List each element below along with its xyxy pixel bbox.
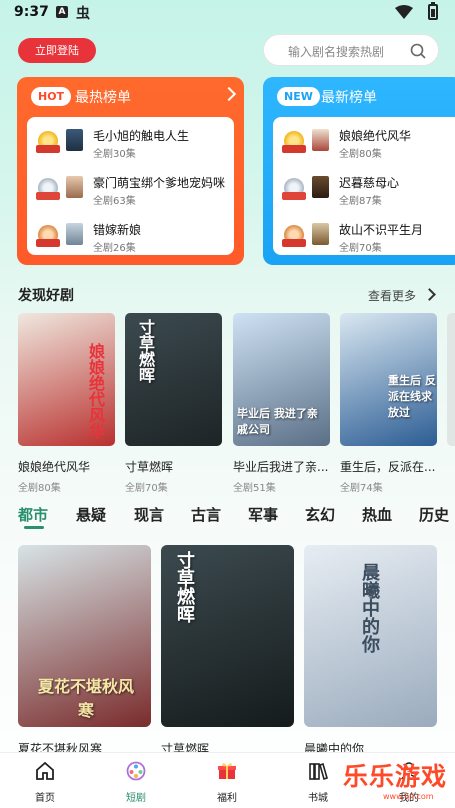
next-poster-peek bbox=[447, 313, 455, 446]
drama-episodes: 全剧51集 bbox=[233, 483, 276, 494]
login-button[interactable]: 立即登陆 bbox=[18, 38, 96, 63]
tab-dushi[interactable]: 都市 bbox=[18, 504, 48, 525]
new-ranking-title: 最新榜单 bbox=[321, 90, 377, 106]
books-icon bbox=[309, 762, 328, 781]
wifi-icon bbox=[395, 5, 413, 19]
tab-xianyan[interactable]: 现言 bbox=[134, 504, 164, 525]
discover-section-title: 发现好剧 bbox=[18, 288, 74, 304]
poster-caption: 娘娘绝代风华 bbox=[86, 343, 105, 439]
drama-poster[interactable]: 寸草燃晖 bbox=[125, 313, 222, 446]
featured-poster[interactable]: 晨曦中的你 bbox=[304, 545, 437, 727]
chevron-right-icon[interactable] bbox=[423, 288, 436, 301]
poster-caption: 寸草燃晖 bbox=[136, 319, 155, 383]
hot-badge: HOT bbox=[31, 87, 72, 106]
ranking-item-name: 毛小旭的触电人生 bbox=[93, 129, 190, 143]
bronze-medal-icon bbox=[36, 225, 60, 247]
ranking-item[interactable]: 故山不识平生月 全剧70集 bbox=[281, 221, 455, 257]
drama-title[interactable]: 寸草燃晖 bbox=[125, 458, 222, 475]
nav-welfare[interactable]: 福利 bbox=[192, 753, 262, 808]
notification-a-icon: A bbox=[56, 6, 68, 18]
silver-medal-icon bbox=[36, 178, 60, 200]
ranking-item-name: 娘娘绝代风华 bbox=[339, 129, 412, 143]
nav-shorts[interactable]: 短剧 bbox=[101, 753, 171, 808]
nav-home[interactable]: 首页 bbox=[10, 753, 80, 808]
ranking-item-name: 豪门萌宝绑个爹地宠妈咪 bbox=[93, 176, 226, 190]
drama-episodes: 全剧74集 bbox=[340, 483, 383, 494]
nav-label: 福利 bbox=[217, 793, 237, 804]
poster-caption: 重生后 反派在线求放过 bbox=[388, 374, 436, 419]
drama-poster[interactable]: 重生后 反派在线求放过 bbox=[340, 313, 437, 446]
drama-thumbnail bbox=[312, 129, 329, 151]
ranking-item-episodes: 全剧80集 bbox=[339, 149, 382, 160]
drama-title[interactable]: 娘娘绝代风华 bbox=[18, 458, 115, 475]
ranking-item[interactable]: 娘娘绝代风华 全剧80集 bbox=[281, 127, 455, 163]
poster-caption: 夏花不堪秋风寒 bbox=[37, 677, 134, 720]
ranking-item-name: 错嫁新娘 bbox=[93, 223, 142, 237]
tab-junshi[interactable]: 军事 bbox=[248, 504, 278, 525]
nav-label: 首页 bbox=[35, 793, 55, 804]
drama-poster[interactable]: 娘娘绝代风华 bbox=[18, 313, 115, 446]
ranking-item-episodes: 全剧63集 bbox=[93, 196, 136, 207]
battery-icon bbox=[428, 2, 438, 20]
bronze-medal-icon bbox=[282, 225, 306, 247]
tab-lishi[interactable]: 历史 bbox=[419, 504, 449, 525]
gift-icon bbox=[218, 763, 236, 779]
drama-thumbnail bbox=[312, 176, 329, 198]
active-tab-indicator bbox=[24, 526, 44, 529]
nav-label: 短剧 bbox=[126, 793, 146, 804]
notification-app-icon: 虫 bbox=[76, 6, 90, 22]
poster-caption: 毕业后 我进了亲戚公司 bbox=[237, 407, 318, 436]
search-input[interactable]: 输入剧名搜索热剧 bbox=[263, 34, 439, 66]
ranking-item[interactable]: 豪门萌宝绑个爹地宠妈咪 全剧63集 bbox=[35, 174, 235, 210]
gold-medal-icon bbox=[282, 131, 306, 153]
hot-ranking-card[interactable]: HOT 最热榜单 毛小旭的触电人生 全剧30集 豪门萌宝绑个爹地宠妈咪 全剧63… bbox=[17, 77, 244, 265]
featured-poster[interactable]: 夏花不堪秋风寒 bbox=[18, 545, 151, 727]
tab-xuanhuan[interactable]: 玄幻 bbox=[305, 504, 335, 525]
drama-thumbnail bbox=[66, 129, 83, 151]
new-ranking-list: 娘娘绝代风华 全剧80集 迟暮慈母心 全剧87集 故山不识平生月 全剧70集 bbox=[273, 117, 455, 255]
drama-thumbnail bbox=[66, 223, 83, 245]
film-reel-icon bbox=[126, 761, 146, 781]
drama-poster[interactable]: 毕业后 我进了亲戚公司 bbox=[233, 313, 330, 446]
watermark-text: 乐乐游戏 bbox=[343, 762, 448, 791]
hot-ranking-title: 最热榜单 bbox=[75, 90, 131, 106]
search-placeholder: 输入剧名搜索热剧 bbox=[288, 45, 385, 59]
silver-medal-icon bbox=[282, 178, 306, 200]
ranking-item-episodes: 全剧26集 bbox=[93, 243, 136, 254]
ranking-item-name: 故山不识平生月 bbox=[339, 223, 424, 237]
hot-ranking-list: 毛小旭的触电人生 全剧30集 豪门萌宝绑个爹地宠妈咪 全剧63集 错嫁新娘 全剧… bbox=[27, 117, 234, 255]
ranking-item[interactable]: 迟暮慈母心 全剧87集 bbox=[281, 174, 455, 210]
gold-medal-icon bbox=[36, 131, 60, 153]
drama-title[interactable]: 毕业后我进了亲... bbox=[233, 458, 330, 475]
ranking-item[interactable]: 错嫁新娘 全剧26集 bbox=[35, 221, 235, 257]
home-icon bbox=[36, 761, 54, 780]
ranking-item-episodes: 全剧70集 bbox=[339, 243, 382, 254]
search-icon[interactable] bbox=[410, 43, 426, 59]
watermark: 乐乐游戏 www.6li.com bbox=[339, 757, 455, 807]
drama-thumbnail bbox=[312, 223, 329, 245]
poster-caption: 寸草燃晖 bbox=[174, 551, 195, 623]
ranking-item-episodes: 全剧30集 bbox=[93, 149, 136, 160]
drama-episodes: 全剧70集 bbox=[125, 483, 168, 494]
see-more-link[interactable]: 查看更多 bbox=[368, 287, 416, 304]
tab-guyan[interactable]: 古言 bbox=[191, 504, 221, 525]
tab-rexue[interactable]: 热血 bbox=[362, 504, 392, 525]
drama-episodes: 全剧80集 bbox=[18, 483, 61, 494]
status-time: 9:37 bbox=[14, 4, 49, 20]
drama-title[interactable]: 重生后，反派在... bbox=[340, 458, 437, 475]
ranking-item[interactable]: 毛小旭的触电人生 全剧30集 bbox=[35, 127, 235, 163]
ranking-item-name: 迟暮慈母心 bbox=[339, 176, 400, 190]
status-bar: 9:37 A 虫 bbox=[0, 0, 455, 26]
new-badge: NEW bbox=[277, 87, 320, 106]
tab-xuanyi[interactable]: 悬疑 bbox=[76, 504, 106, 525]
featured-poster[interactable]: 寸草燃晖 bbox=[161, 545, 294, 727]
drama-thumbnail bbox=[66, 176, 83, 198]
poster-caption: 晨曦中的你 bbox=[359, 563, 380, 653]
chevron-right-icon[interactable] bbox=[221, 86, 237, 102]
new-ranking-card[interactable]: NEW 最新榜单 娘娘绝代风华 全剧80集 迟暮慈母心 全剧87集 故山不识平生… bbox=[263, 77, 455, 265]
watermark-url: www.6li.com bbox=[383, 792, 434, 801]
ranking-item-episodes: 全剧87集 bbox=[339, 196, 382, 207]
